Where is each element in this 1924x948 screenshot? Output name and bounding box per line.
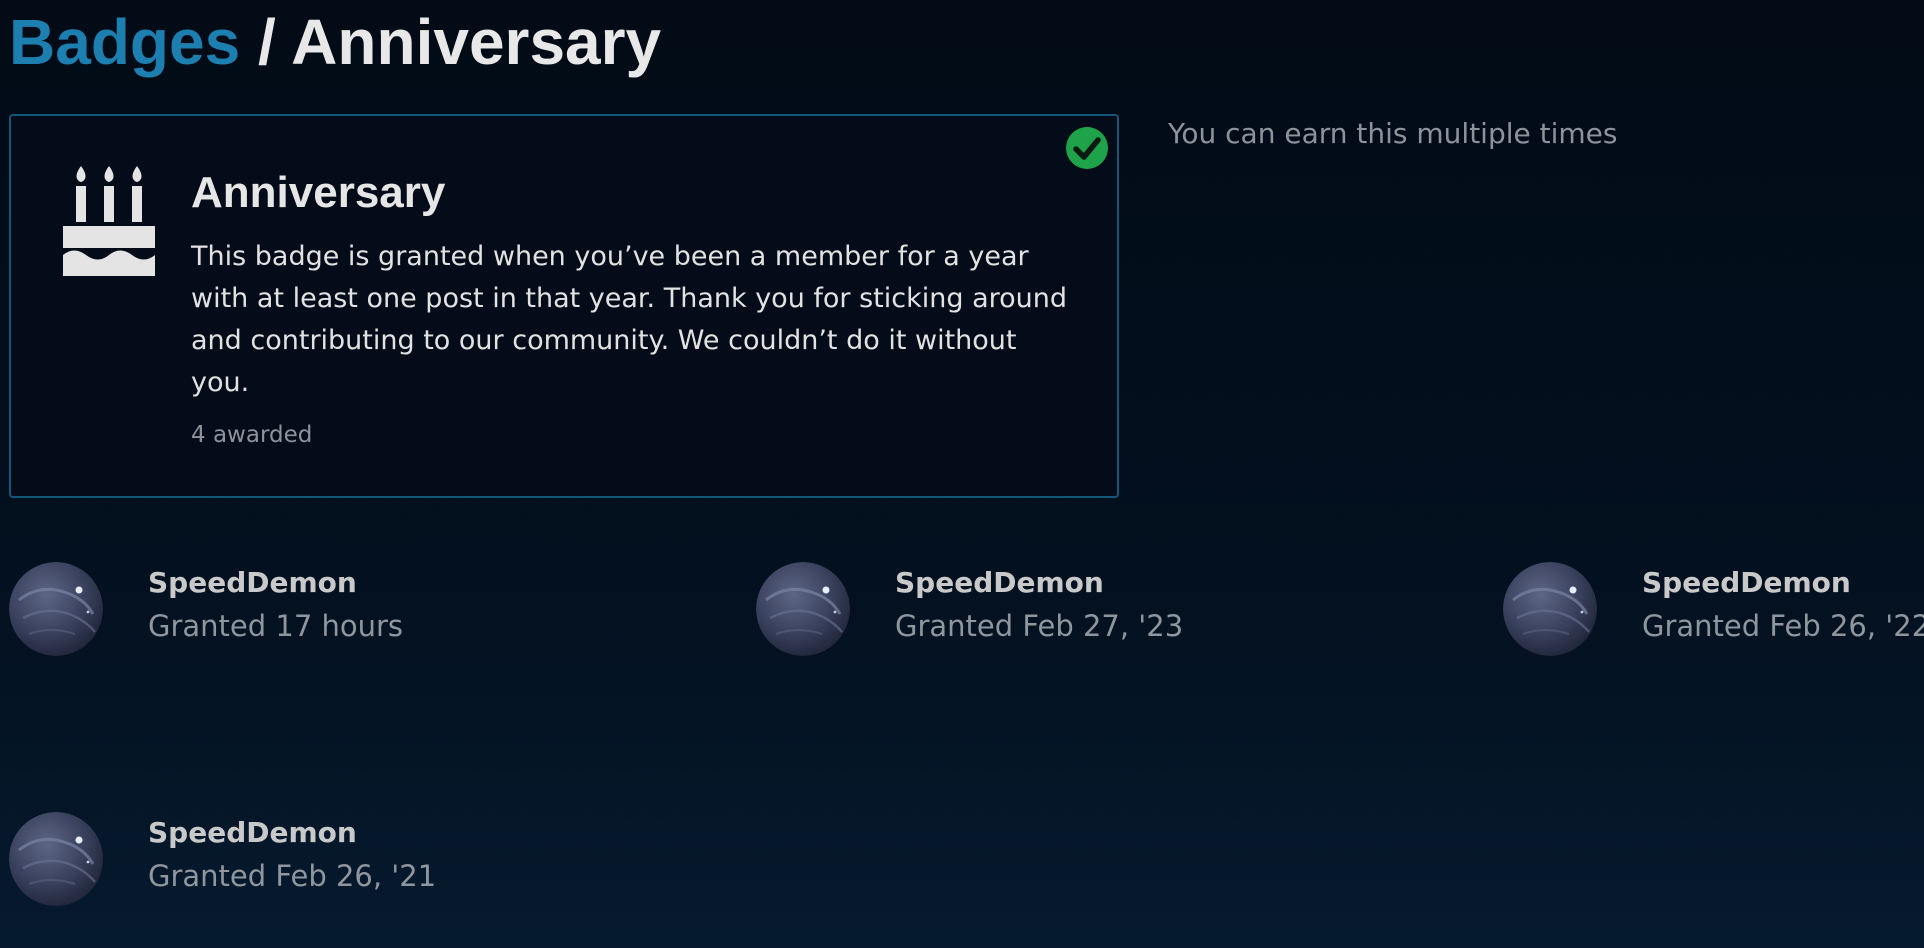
grantee-granted-date: Granted Feb 26, '22 — [1642, 609, 1924, 643]
avatar[interactable] — [9, 562, 103, 656]
grantee-list: SpeedDemon Granted 17 hours SpeedDemon Gran… — [0, 0, 1924, 948]
grantee-granted-date: Granted 17 hours — [148, 609, 404, 643]
grantee-card[interactable]: SpeedDemon Granted Feb 27, '23 — [756, 562, 1356, 662]
grantee-granted-date: Granted Feb 27, '23 — [895, 609, 1184, 643]
grantee-card[interactable]: SpeedDemon Granted Feb 26, '21 — [9, 812, 609, 912]
grantee-username[interactable]: SpeedDemon — [1642, 564, 1851, 602]
grantee-granted-date: Granted Feb 26, '21 — [148, 859, 437, 893]
grantee-username[interactable]: SpeedDemon — [148, 814, 357, 852]
grantee-username[interactable]: SpeedDemon — [148, 564, 357, 602]
grantee-card[interactable]: SpeedDemon Granted 17 hours — [9, 562, 609, 662]
avatar[interactable] — [756, 562, 850, 656]
grantee-username[interactable]: SpeedDemon — [895, 564, 1104, 602]
avatar[interactable] — [1503, 562, 1597, 656]
grantee-card[interactable]: SpeedDemon Granted Feb 26, '22 — [1503, 562, 1924, 662]
avatar[interactable] — [9, 812, 103, 906]
